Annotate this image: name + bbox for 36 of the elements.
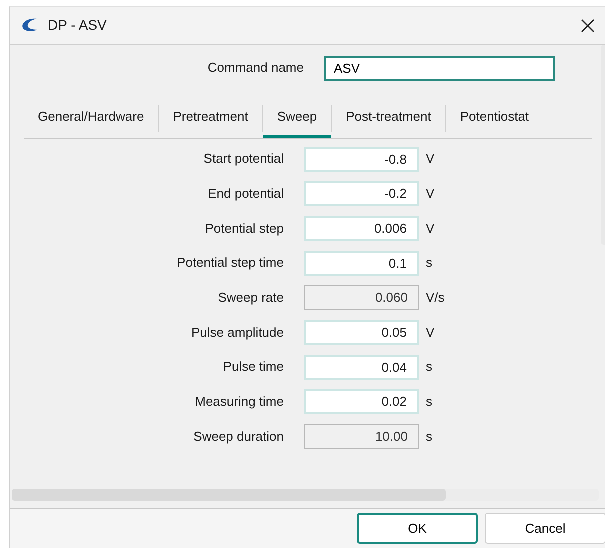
field-label: Pulse time xyxy=(222,358,285,376)
field-label: Start potential xyxy=(202,150,285,168)
unit-label: s xyxy=(426,358,432,376)
unit-label: V xyxy=(426,324,435,342)
unit-label: V xyxy=(426,150,435,168)
field-label: Potential step xyxy=(204,220,285,238)
field-label: Measuring time xyxy=(194,393,285,412)
unit-label: V/s xyxy=(426,289,445,308)
tab[interactable]: Pretreatment xyxy=(159,101,262,138)
dialog-button[interactable]: OK xyxy=(357,513,478,544)
tab[interactable]: General/Hardware xyxy=(24,101,158,138)
unit-label: s xyxy=(426,254,432,272)
number-field[interactable]: -0.2 xyxy=(304,181,419,206)
window-title: DP - ASV xyxy=(48,16,107,35)
dialog-button[interactable]: Cancel xyxy=(485,513,605,544)
number-field[interactable]: 0.02 xyxy=(304,389,419,414)
tab[interactable]: Post-treatment xyxy=(332,101,446,138)
field-label: Potential step time xyxy=(176,254,285,272)
tab[interactable]: Potentiostat xyxy=(446,101,544,138)
field-label: End potential xyxy=(207,185,285,204)
field-label: Sweep duration xyxy=(192,428,285,446)
number-field[interactable]: -0.8 xyxy=(304,146,419,172)
app-logo-icon xyxy=(20,18,40,34)
close-icon xyxy=(581,19,595,34)
command-name-field[interactable]: ASV xyxy=(324,56,555,80)
field-label: Pulse amplitude xyxy=(190,324,285,342)
field-label: Command name xyxy=(206,59,305,78)
unit-label: V xyxy=(426,185,435,204)
unit-label: s xyxy=(426,428,432,446)
field-label: Sweep rate xyxy=(217,289,285,308)
unit-label: s xyxy=(426,393,432,412)
number-field[interactable]: 0.04 xyxy=(304,354,419,380)
number-field[interactable]: 0.006 xyxy=(304,216,419,241)
unit-label: V xyxy=(426,220,435,238)
number-field[interactable]: 0.1 xyxy=(304,250,419,276)
number-field[interactable]: 0.05 xyxy=(304,320,419,346)
